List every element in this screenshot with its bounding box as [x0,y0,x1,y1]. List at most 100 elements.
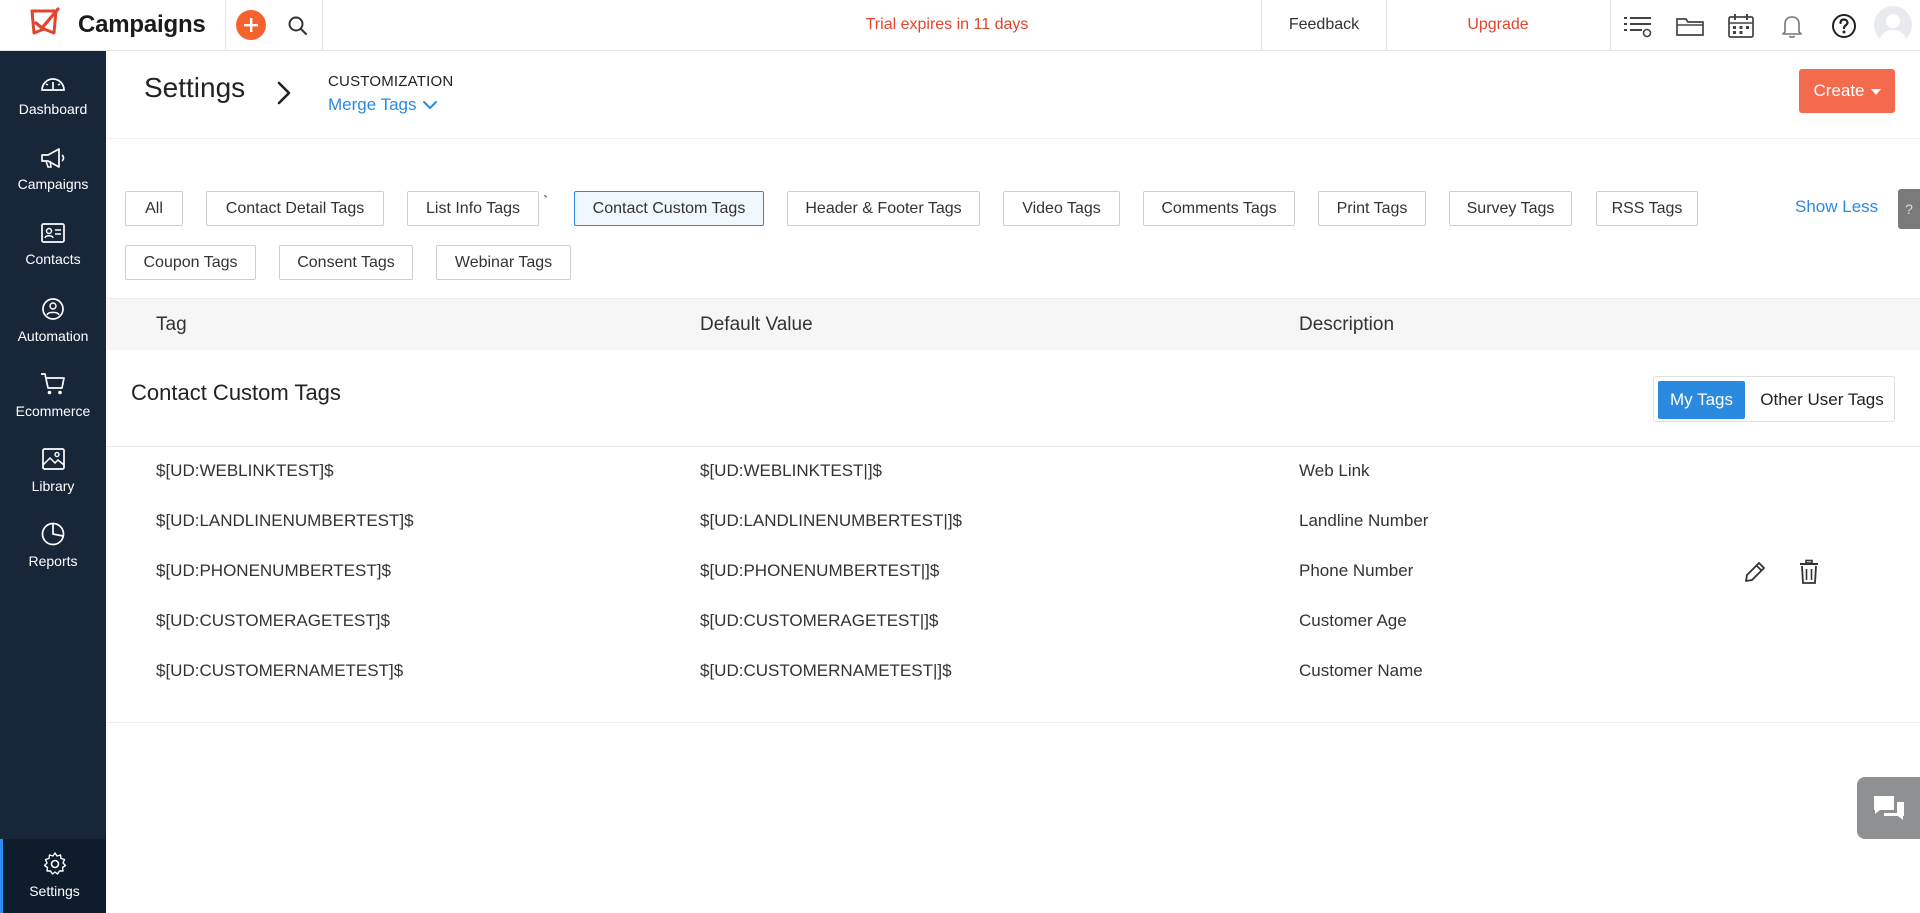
filter-chip-coupon-tags[interactable]: Coupon Tags [125,245,256,280]
filter-chip-webinar-tags[interactable]: Webinar Tags [436,245,571,280]
sidebar-item-ecommerce[interactable]: Ecommerce [0,359,106,434]
feedback-link[interactable]: Feedback [1262,16,1386,34]
pencil-edit-icon[interactable] [1742,559,1768,585]
sidebar-item-label: Ecommerce [15,403,91,419]
search-icon[interactable] [286,14,310,38]
default-value-cell: $[UD:CUSTOMERNAMETEST|]$ [700,661,952,680]
filter-chip-all[interactable]: All [125,191,183,226]
sidebar-item-label: Dashboard [18,101,88,117]
create-label: Create [1813,81,1865,100]
filter-chip-rss-tags[interactable]: RSS Tags [1596,191,1698,226]
top-bar: Campaigns Trial expires in 11 days Feedb… [0,0,1920,51]
filter-chip-contact-custom-tags[interactable]: Contact Custom Tags [574,191,764,226]
row-actions [1736,559,1826,585]
description-cell: Web Link [1299,461,1370,480]
trash-delete-icon[interactable] [1798,559,1820,585]
divider [1610,0,1611,51]
table-row[interactable]: $[UD:PHONENUMBERTEST]$ $[UD:PHONENUMBERT… [106,547,1920,597]
table-row[interactable]: $[UD:WEBLINKTEST]$ $[UD:WEBLINKTEST|]$ W… [106,447,1920,497]
gear-icon [43,852,66,875]
sidebar-item-reports[interactable]: Reports [0,509,106,584]
pie-chart-icon [41,522,65,546]
user-icon [1879,14,1907,44]
description-cell: Customer Age [1299,611,1407,630]
quick-create-button[interactable] [236,10,266,40]
task-list-icon[interactable] [1622,10,1654,42]
sidebar-item-dashboard[interactable]: Dashboard [0,59,106,134]
table-row[interactable]: $[UD:CUSTOMERAGETEST]$ $[UD:CUSTOMERAGET… [106,597,1920,647]
chevron-right-icon [277,81,291,105]
sidebar-item-label: Reports [28,553,78,569]
dashboard-icon [41,78,65,91]
filter-chip-contact-detail-tags[interactable]: Contact Detail Tags [206,191,384,226]
filter-chip-video-tags[interactable]: Video Tags [1003,191,1120,226]
breadcrumb-dropdown[interactable]: Merge Tags [328,95,438,115]
chat-bubble-icon [1873,796,1904,820]
column-header-default-value: Default Value [700,314,813,335]
plus-icon [244,18,258,32]
filter-chip-comments-tags[interactable]: Comments Tags [1143,191,1295,226]
table-header: Tag Default Value Description [106,298,1920,350]
contact-card-icon [41,223,65,243]
stray-character: ` [543,194,549,211]
default-value-cell: $[UD:PHONENUMBERTEST|]$ [700,561,940,580]
sidebar-item-label: Contacts [25,251,81,267]
filter-chip-print-tags[interactable]: Print Tags [1318,191,1426,226]
tag-cell: $[UD:LANDLINENUMBERTEST]$ [156,511,414,530]
column-header-tag: Tag [156,314,187,335]
upgrade-link[interactable]: Upgrade [1387,16,1609,34]
tag-cell: $[UD:PHONENUMBERTEST]$ [156,561,391,580]
calendar-icon[interactable] [1725,10,1757,42]
sidebar-item-automation[interactable]: Automation [0,284,106,359]
app-name: Campaigns [78,11,206,38]
sidebar-item-label: Settings [29,883,80,899]
show-less-link[interactable]: Show Less [1795,197,1878,217]
create-button[interactable]: Create [1799,69,1895,113]
filter-chip-header-footer-tags[interactable]: Header & Footer Tags [787,191,980,226]
tag-owner-toggle: My Tags Other User Tags [1653,376,1895,422]
sidebar: Dashboard Campaigns Contacts Automation [0,51,106,913]
sidebar-item-settings[interactable]: Settings [0,839,106,913]
help-icon[interactable] [1828,10,1860,42]
caret-down-icon [1870,89,1881,95]
tag-cell: $[UD:CUSTOMERNAMETEST]$ [156,661,404,680]
brand[interactable]: Campaigns [0,0,226,51]
sidebar-item-label: Automation [17,328,89,344]
filter-chip-list-info-tags[interactable]: List Info Tags [407,191,539,226]
default-value-cell: $[UD:WEBLINKTEST|]$ [700,461,883,480]
folder-icon[interactable] [1674,10,1706,42]
megaphone-icon [41,148,65,168]
sidebar-item-label: Campaigns [17,176,89,192]
divider [106,138,1920,139]
my-tags-button[interactable]: My Tags [1658,381,1745,419]
divider [322,0,323,51]
sidebar-item-label: Library [31,478,75,494]
divider [106,722,1920,723]
help-tab[interactable]: ? [1898,189,1920,229]
cart-icon [41,373,65,395]
bell-icon[interactable] [1776,10,1808,42]
filter-chip-survey-tags[interactable]: Survey Tags [1449,191,1572,226]
avatar[interactable] [1874,6,1912,44]
default-value-cell: $[UD:LANDLINENUMBERTEST|]$ [700,511,962,530]
trial-notice[interactable]: Trial expires in 11 days [760,16,1134,34]
breadcrumb-section: CUSTOMIZATION [328,73,454,90]
automation-icon [42,298,64,320]
campaigns-logo-icon [30,7,60,35]
table-row[interactable]: $[UD:LANDLINENUMBERTEST]$ $[UD:LANDLINEN… [106,497,1920,547]
table-row[interactable]: $[UD:CUSTOMERNAMETEST]$ $[UD:CUSTOMERNAM… [106,647,1920,697]
tag-cell: $[UD:WEBLINKTEST]$ [156,461,334,480]
other-user-tags-button[interactable]: Other User Tags [1754,381,1890,419]
breadcrumb-current: Merge Tags [328,95,417,114]
description-cell: Phone Number [1299,561,1414,580]
description-cell: Customer Name [1299,661,1423,680]
tag-cell: $[UD:CUSTOMERAGETEST]$ [156,611,390,630]
sidebar-item-contacts[interactable]: Contacts [0,209,106,284]
sidebar-item-campaigns[interactable]: Campaigns [0,134,106,209]
sidebar-item-library[interactable]: Library [0,434,106,509]
filter-chip-consent-tags[interactable]: Consent Tags [279,245,413,280]
default-value-cell: $[UD:CUSTOMERAGETEST|]$ [700,611,939,630]
chat-widget-button[interactable] [1857,777,1920,839]
image-library-icon [42,448,65,470]
page-title: Settings [144,72,246,103]
